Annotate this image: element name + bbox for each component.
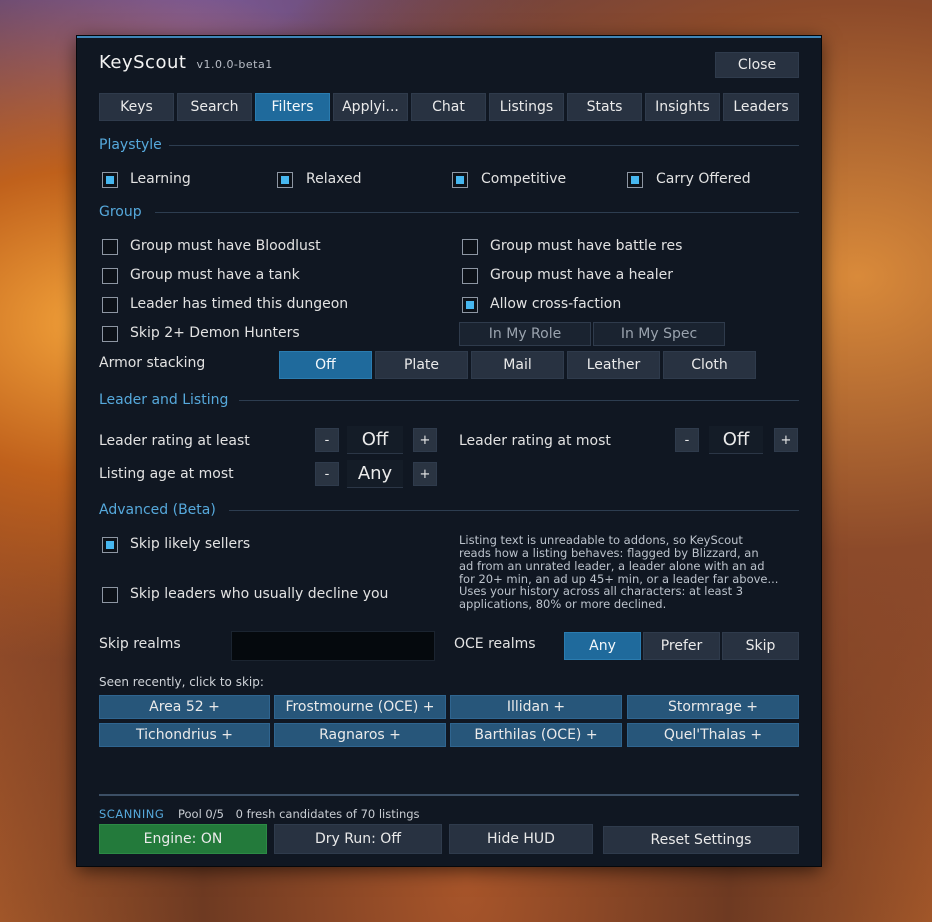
checkbox-competitive[interactable] xyxy=(452,172,468,188)
label-competitive: Competitive xyxy=(481,171,567,187)
checkbox-tank[interactable] xyxy=(102,268,118,284)
window-title: KeyScout v1.0.0-beta1 xyxy=(99,52,273,73)
realm-chip[interactable]: Barthilas (OCE) + xyxy=(450,723,622,747)
checkbox-cross-faction[interactable] xyxy=(462,297,478,313)
section-divider xyxy=(239,400,799,401)
app-version: v1.0.0-beta1 xyxy=(196,58,273,71)
armor-off-button[interactable]: Off xyxy=(279,351,372,379)
status-line: SCANNING Pool 0/5 0 fresh candidates of … xyxy=(99,807,428,821)
tab-chat[interactable]: Chat xyxy=(411,93,486,121)
checkbox-skip-sellers[interactable] xyxy=(102,537,118,553)
listing-age-increment[interactable]: + xyxy=(413,462,437,486)
listing-age-label: Listing age at most xyxy=(99,466,234,482)
rating-min-label: Leader rating at least xyxy=(99,433,250,449)
armor-mail-button[interactable]: Mail xyxy=(471,351,564,379)
label-skip-decliners: Skip leaders who usually decline you xyxy=(130,586,389,602)
oce-prefer-button[interactable]: Prefer xyxy=(643,632,720,660)
candidate-count: 0 fresh candidates of 70 listings xyxy=(235,807,420,821)
label-tank: Group must have a tank xyxy=(130,267,300,283)
reset-settings-button[interactable]: Reset Settings xyxy=(603,826,799,854)
seen-recently-label: Seen recently, click to skip: xyxy=(99,675,264,689)
checkbox-relaxed[interactable] xyxy=(277,172,293,188)
checkbox-healer[interactable] xyxy=(462,268,478,284)
playstyle-heading: Playstyle xyxy=(99,137,162,153)
listing-age-decrement[interactable]: - xyxy=(315,462,339,486)
rating-max-value: Off xyxy=(709,426,763,454)
advanced-heading: Advanced (Beta) xyxy=(99,502,216,518)
realm-chip[interactable]: Area 52 + xyxy=(99,695,270,719)
rating-max-increment[interactable]: + xyxy=(774,428,798,452)
checkbox-carry-offered[interactable] xyxy=(627,172,643,188)
armor-plate-button[interactable]: Plate xyxy=(375,351,468,379)
app-title: KeyScout xyxy=(99,52,187,73)
oce-skip-button[interactable]: Skip xyxy=(722,632,799,660)
label-relaxed: Relaxed xyxy=(306,171,362,187)
leader-listing-heading: Leader and Listing xyxy=(99,392,229,408)
label-demon-hunters: Skip 2+ Demon Hunters xyxy=(130,325,300,341)
keyscout-window: KeyScout v1.0.0-beta1 Close Keys Search F… xyxy=(77,36,821,866)
rating-max-label: Leader rating at most xyxy=(459,433,611,449)
label-cross-faction: Allow cross-faction xyxy=(490,296,622,312)
tab-applying[interactable]: Applyi... xyxy=(333,93,408,121)
checkbox-skip-decliners[interactable] xyxy=(102,587,118,603)
hide-hud-button[interactable]: Hide HUD xyxy=(449,824,593,854)
in-my-role-button[interactable]: In My Role xyxy=(459,322,591,346)
armor-leather-button[interactable]: Leather xyxy=(567,351,660,379)
checkbox-demon-hunters[interactable] xyxy=(102,326,118,342)
label-learning: Learning xyxy=(130,171,191,187)
listing-age-value: Any xyxy=(347,460,403,488)
checkbox-timed[interactable] xyxy=(102,297,118,313)
label-healer: Group must have a healer xyxy=(490,267,673,283)
label-carry-offered: Carry Offered xyxy=(656,171,751,187)
section-divider xyxy=(169,145,799,146)
realm-chip[interactable]: Illidan + xyxy=(450,695,622,719)
checkbox-bloodlust[interactable] xyxy=(102,239,118,255)
oce-any-button[interactable]: Any xyxy=(564,632,641,660)
skip-realms-input[interactable] xyxy=(231,631,435,661)
tab-insights[interactable]: Insights xyxy=(645,93,720,121)
dry-run-button[interactable]: Dry Run: Off xyxy=(274,824,442,854)
rating-min-increment[interactable]: + xyxy=(413,428,437,452)
label-bloodlust: Group must have Bloodlust xyxy=(130,238,321,254)
section-divider xyxy=(155,212,799,213)
realm-chip[interactable]: Frostmourne (OCE) + xyxy=(274,695,446,719)
rating-min-decrement[interactable]: - xyxy=(315,428,339,452)
label-skip-sellers: Skip likely sellers xyxy=(130,536,251,552)
skip-decliners-help: Uses your history across all characters:… xyxy=(459,584,744,611)
realm-chip[interactable]: Quel'Thalas + xyxy=(627,723,799,747)
rating-max-decrement[interactable]: - xyxy=(675,428,699,452)
section-divider xyxy=(229,510,799,511)
in-my-spec-button[interactable]: In My Spec xyxy=(593,322,725,346)
skip-realms-label: Skip realms xyxy=(99,636,181,652)
rating-min-value: Off xyxy=(347,426,403,454)
tab-filters[interactable]: Filters xyxy=(255,93,330,121)
label-timed: Leader has timed this dungeon xyxy=(130,296,349,312)
pool-count: Pool 0/5 xyxy=(177,807,224,821)
tab-search[interactable]: Search xyxy=(177,93,252,121)
realm-chip[interactable]: Tichondrius + xyxy=(99,723,270,747)
checkbox-battle-res[interactable] xyxy=(462,239,478,255)
skip-sellers-help: Listing text is unreadable to addons, so… xyxy=(459,533,779,586)
realm-chip[interactable]: Stormrage + xyxy=(627,695,799,719)
armor-cloth-button[interactable]: Cloth xyxy=(663,351,756,379)
close-button[interactable]: Close xyxy=(715,52,799,78)
engine-toggle-button[interactable]: Engine: ON xyxy=(99,824,267,854)
scan-state: SCANNING xyxy=(99,807,165,821)
label-battle-res: Group must have battle res xyxy=(490,238,683,254)
tab-keys[interactable]: Keys xyxy=(99,93,174,121)
tab-leaders[interactable]: Leaders xyxy=(723,93,799,121)
group-heading: Group xyxy=(99,204,142,220)
realm-chip[interactable]: Ragnaros + xyxy=(274,723,446,747)
tab-listings[interactable]: Listings xyxy=(489,93,564,121)
checkbox-learning[interactable] xyxy=(102,172,118,188)
armor-stacking-label: Armor stacking xyxy=(99,355,206,371)
tab-stats[interactable]: Stats xyxy=(567,93,642,121)
oce-realms-label: OCE realms xyxy=(454,636,536,652)
footer-divider xyxy=(99,794,799,796)
